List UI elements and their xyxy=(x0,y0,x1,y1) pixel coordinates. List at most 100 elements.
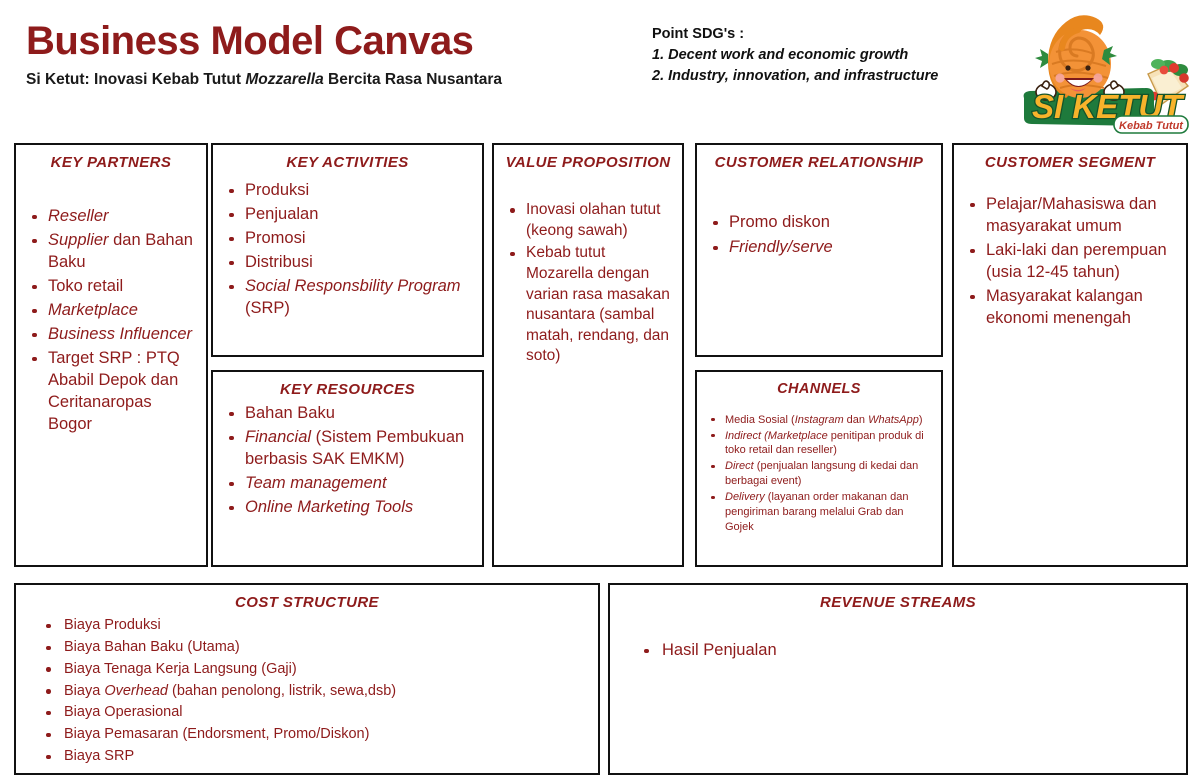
item-text: Produksi xyxy=(245,181,310,200)
list-item: Biaya SRP xyxy=(26,747,588,766)
item-text: (bahan penolong, listrik, sewa,dsb) xyxy=(168,682,397,699)
list-item: Kebab tutut Mozarella dengan varian rasa… xyxy=(504,243,672,367)
revenue-streams-list: Hasil Penjualan xyxy=(620,640,1176,662)
block-value-proposition: VALUE PROPOSITION Inovasi olahan tutut (… xyxy=(492,143,684,567)
list-item: Supplier dan Bahan Baku xyxy=(26,230,196,274)
logo-artwork: SI KETUT Kebab Tutut xyxy=(1023,15,1190,134)
list-item: Produksi xyxy=(223,180,472,202)
item-text: Biaya Tenaga Kerja Langsung (Gaji) xyxy=(64,660,297,677)
emphasis-text: Social Responsbility Program xyxy=(245,276,461,295)
si-ketut-logo: SI KETUT Kebab Tutut xyxy=(1018,8,1196,136)
item-text: (SRP) xyxy=(245,298,290,317)
subtitle-suffix: Bercita Rasa Nusantara xyxy=(323,71,503,88)
sdg-heading: Point SDG's : xyxy=(652,26,745,42)
block-title-key-resources: KEY RESOURCES xyxy=(280,381,415,398)
item-text: Kebab tutut Mozarella dengan varian rasa… xyxy=(526,244,670,365)
item-text: Penjualan xyxy=(245,205,319,224)
list-item: Media Sosial (Instagram dan WhatsApp) xyxy=(707,413,931,428)
subtitle-prefix: Si Ketut: Inovasi Kebab Tutut xyxy=(26,71,246,88)
list-item: Distribusi xyxy=(223,252,472,274)
list-item: Penjualan xyxy=(223,204,472,226)
list-item: Masyarakat kalangan ekonomi menengah xyxy=(964,286,1176,330)
list-item: Delivery (layanan order makanan dan peng… xyxy=(707,490,931,535)
item-text: Target SRP : PTQ Ababil Depok dan Cerita… xyxy=(48,348,180,433)
list-item: Direct (penjualan langsung di kedai dan … xyxy=(707,459,931,489)
list-item: Financial (Sistem Pembukuan berbasis SAK… xyxy=(223,427,472,471)
block-title-customer-relationship: CUSTOMER RELATIONSHIP xyxy=(714,154,924,171)
list-item: Marketplace xyxy=(26,300,196,322)
item-text: Toko retail xyxy=(48,277,124,295)
emphasis-text: Team management xyxy=(245,474,387,492)
emphasis-text: Supplier xyxy=(48,231,109,250)
emphasis-text: Overhead xyxy=(104,682,168,699)
list-item: Online Marketing Tools xyxy=(223,497,472,519)
block-title-value-proposition: VALUE PROPOSITION xyxy=(505,154,671,171)
emphasis-text: Online Marketing Tools xyxy=(245,497,414,516)
emphasis-text: Delivery xyxy=(725,491,765,504)
list-item: Friendly/serve xyxy=(707,237,931,259)
sdg-item-1: 1. Decent work and economic growth xyxy=(652,47,909,64)
logo-tagline-text: Kebab Tutut xyxy=(1119,120,1184,132)
item-text: Promosi xyxy=(245,229,306,248)
list-item: Indirect (Marketplace penitipan produk d… xyxy=(707,429,931,459)
list-item: Bahan Baku xyxy=(223,403,472,425)
item-text: Laki-laki dan perempuan (usia 12-45 tahu… xyxy=(986,241,1167,281)
subtitle-italic-term: Mozzarella xyxy=(245,71,324,88)
emphasis-text: Friendly/serve xyxy=(729,238,833,257)
block-key-resources: KEY RESOURCES Bahan Baku Financial (Siste… xyxy=(211,370,484,567)
list-item: Business Influencer xyxy=(26,324,196,346)
item-text: Biaya Bahan Baku (Utama) xyxy=(64,638,240,655)
customer-relationship-list: Promo diskon Friendly/serve xyxy=(707,212,931,259)
emphasis-text: Financial xyxy=(245,428,312,447)
block-key-partners: KEY PARTNERS Reseller Supplier dan Bahan … xyxy=(14,143,208,567)
cost-structure-list: Biaya Produksi Biaya Bahan Baku (Utama) Bi… xyxy=(26,616,588,766)
item-text: Inovasi olahan tutut (keong sawah) xyxy=(526,201,661,239)
emphasis-text: WhatsApp xyxy=(868,413,919,426)
item-text: Biaya Produksi xyxy=(64,617,161,634)
list-item: Toko retail xyxy=(26,276,196,298)
item-text: dan xyxy=(843,413,869,426)
block-customer-relationship: CUSTOMER RELATIONSHIP Promo diskon Friend… xyxy=(695,143,943,357)
list-item: Biaya Produksi xyxy=(26,616,588,635)
list-item: Hasil Penjualan xyxy=(620,640,1176,662)
item-text: Biaya Operasional xyxy=(64,704,183,721)
block-key-activities: KEY ACTIVITIES Produksi Penjualan Promosi D… xyxy=(211,143,484,357)
item-text: Promo diskon xyxy=(729,213,830,232)
key-partners-list: Reseller Supplier dan Bahan Baku Toko reta… xyxy=(26,206,196,435)
block-channels: CHANNELS Media Sosial (Instagram dan Wha… xyxy=(695,370,943,567)
item-text: (penjualan langsung di kedai dan berbaga… xyxy=(725,460,919,488)
customer-segment-list: Pelajar/Mahasiswa dan masyarakat umum Lak… xyxy=(964,194,1176,330)
item-text: Media Sosial ( xyxy=(725,413,795,426)
block-title-key-activities: KEY ACTIVITIES xyxy=(286,154,409,171)
block-title-customer-segment: CUSTOMER SEGMENT xyxy=(984,154,1156,171)
page-title: Business Model Canvas xyxy=(26,19,474,63)
item-text: Hasil Penjualan xyxy=(662,641,777,660)
canvas-header: Business Model Canvas Si Ketut: Inovasi … xyxy=(0,0,1200,134)
item-text: Distribusi xyxy=(245,253,313,271)
block-cost-structure: COST STRUCTURE Biaya Produksi Biaya Bahan… xyxy=(14,583,600,775)
emphasis-text: Direct xyxy=(725,460,754,473)
list-item: Biaya Bahan Baku (Utama) xyxy=(26,638,588,657)
page-subtitle: Si Ketut: Inovasi Kebab Tutut Mozzarella… xyxy=(26,71,502,89)
channels-list: Media Sosial (Instagram dan WhatsApp) Ind… xyxy=(707,413,931,536)
list-item: Reseller xyxy=(26,206,196,228)
item-text: Pelajar/Mahasiswa dan masyarakat umum xyxy=(986,195,1157,236)
value-proposition-list: Inovasi olahan tutut (keong sawah) Kebab … xyxy=(504,200,672,367)
sdg-points: Point SDG's : 1. Decent work and economi… xyxy=(652,24,938,87)
emphasis-text: Indirect (Marketplace xyxy=(725,429,828,442)
list-item: Biaya Pemasaran (Endorsment, Promo/Disko… xyxy=(26,725,588,744)
item-text: Bahan Baku xyxy=(245,404,335,423)
block-customer-segment: CUSTOMER SEGMENT Pelajar/Mahasiswa dan m… xyxy=(952,143,1188,567)
block-title-key-partners: KEY PARTNERS xyxy=(50,154,172,171)
list-item: Biaya Operasional xyxy=(26,703,588,722)
item-text: Biaya Pemasaran (Endorsment, Promo/Disko… xyxy=(64,726,370,743)
list-item: Laki-laki dan perempuan (usia 12-45 tahu… xyxy=(964,240,1176,284)
list-item: Inovasi olahan tutut (keong sawah) xyxy=(504,200,672,241)
list-item: Target SRP : PTQ Ababil Depok dan Cerita… xyxy=(26,348,196,436)
list-item: Pelajar/Mahasiswa dan masyarakat umum xyxy=(964,194,1176,238)
sdg-item-2: 2. Industry, innovation, and infrastruct… xyxy=(652,68,939,85)
list-item: Biaya Overhead (bahan penolong, listrik,… xyxy=(26,682,588,701)
item-text: Masyarakat kalangan ekonomi menengah xyxy=(986,286,1143,327)
item-text: ) xyxy=(918,413,923,426)
emphasis-text: Reseller xyxy=(48,207,109,226)
